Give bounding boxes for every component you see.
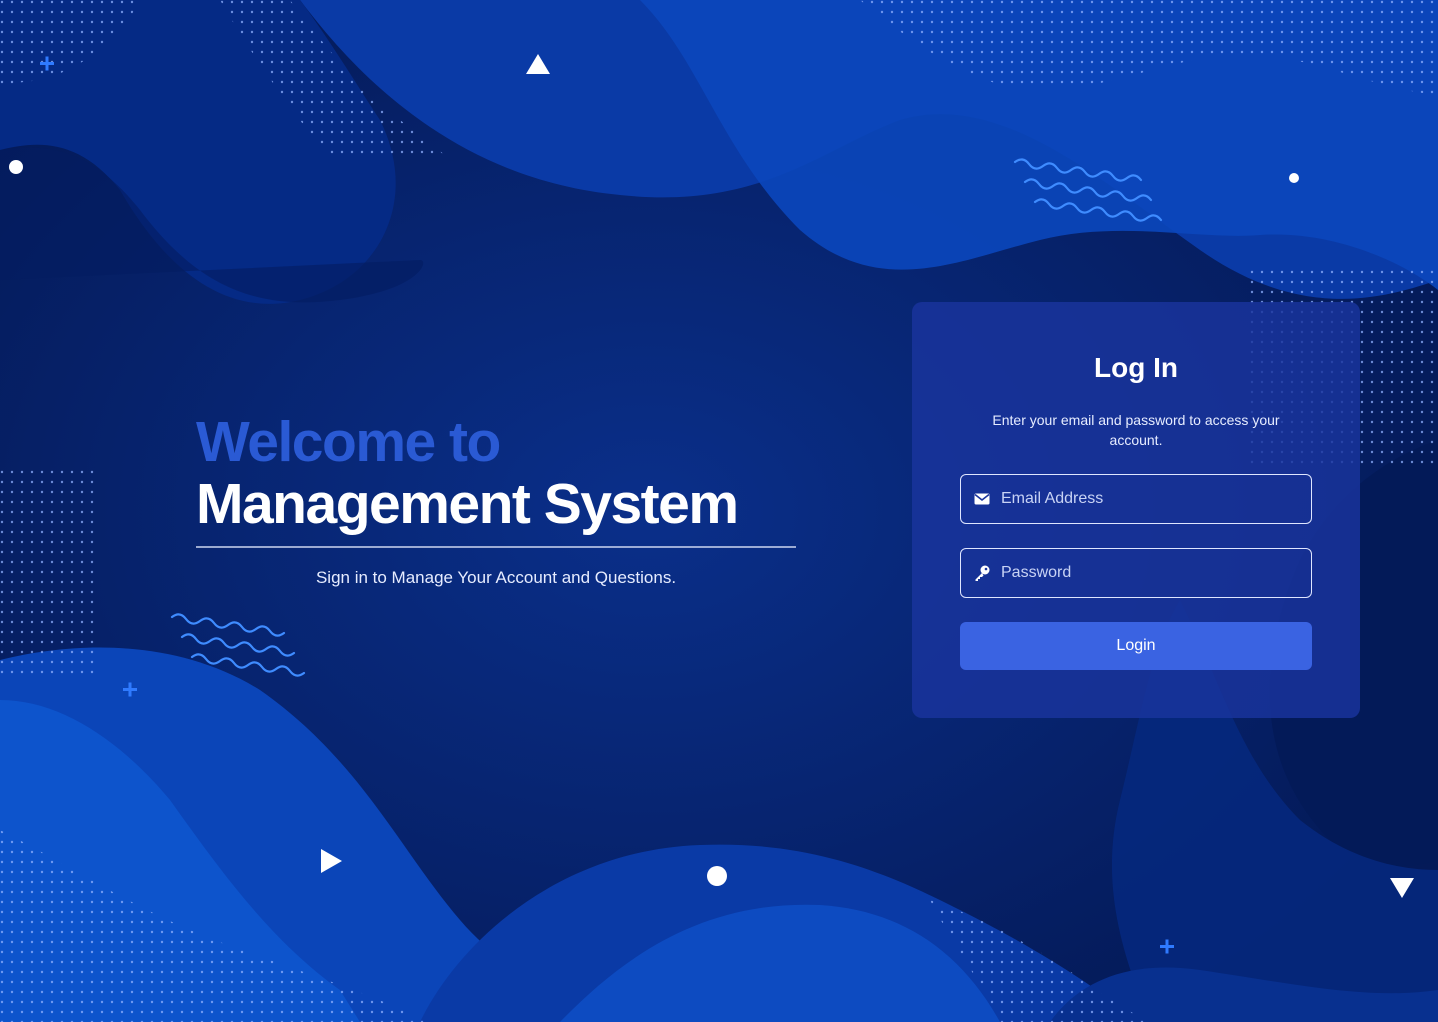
welcome-section: Welcome to Management System Sign in to …	[196, 410, 796, 588]
divider	[196, 546, 796, 548]
login-button[interactable]: Login	[960, 622, 1312, 670]
login-subtitle: Enter your email and password to access …	[992, 412, 1280, 448]
login-page: Welcome to Management System Sign in to …	[0, 0, 1438, 1022]
key-icon	[975, 565, 990, 581]
welcome-subtitle: Sign in to Manage Your Account and Quest…	[315, 568, 677, 587]
welcome-heading-line1: Welcome to	[196, 410, 501, 474]
welcome-heading-line2: Management System	[196, 472, 739, 536]
login-card: Log In Enter your email and password to …	[912, 302, 1360, 718]
envelope-icon	[974, 493, 990, 505]
email-field[interactable]	[960, 474, 1312, 524]
password-field[interactable]	[960, 548, 1312, 598]
login-title: Log In	[1094, 352, 1178, 383]
password-input[interactable]	[1001, 549, 1301, 597]
email-input[interactable]	[1001, 475, 1301, 523]
